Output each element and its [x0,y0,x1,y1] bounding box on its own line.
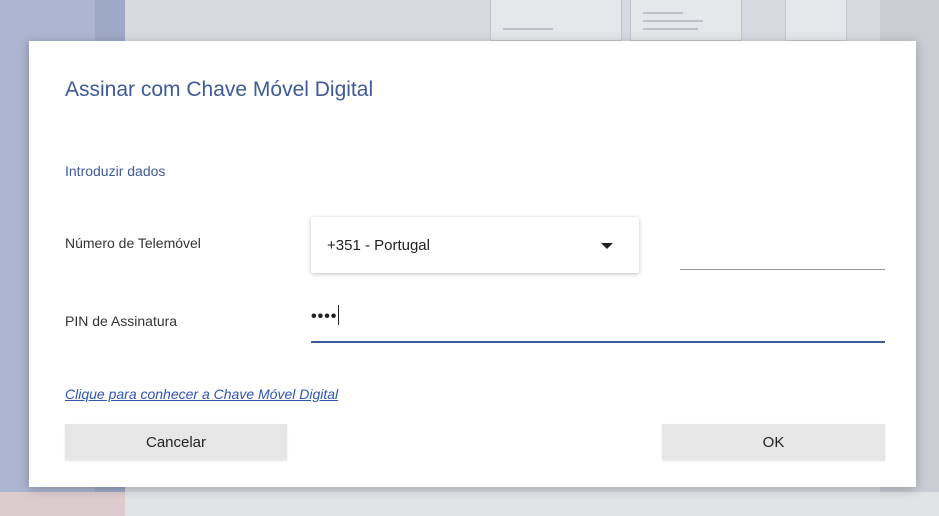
phone-number-input[interactable] [680,241,885,270]
dialog-title: Assinar com Chave Móvel Digital [65,78,374,101]
info-link[interactable]: Clique para conhecer a Chave Móvel Digit… [65,386,338,402]
country-code-value: +351 - Portugal [327,237,430,254]
pin-masked-value: •••• [311,305,340,326]
country-code-select[interactable]: +351 - Portugal [311,217,639,273]
sign-dialog: Assinar com Chave Móvel Digital Introduz… [29,41,916,487]
pin-input[interactable]: •••• [311,297,885,343]
section-title: Introduzir dados [65,163,166,179]
cancel-button[interactable]: Cancelar [65,424,287,460]
text-caret [338,305,340,325]
phone-label: Número de Telemóvel [65,235,201,251]
pin-label: PIN de Assinatura [65,313,178,329]
ok-button[interactable]: OK [662,424,885,460]
chevron-down-icon [601,243,613,249]
